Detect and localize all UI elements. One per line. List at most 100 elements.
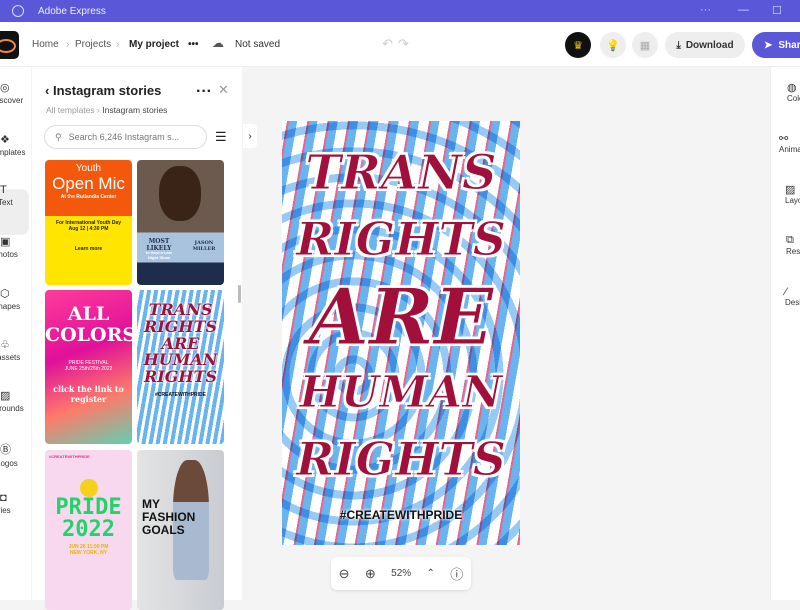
maximize-button[interactable]: ☐ — [772, 4, 782, 17]
thumb-text: Learn more — [74, 246, 103, 252]
zoom-out-button[interactable]: ⊖ — [339, 566, 350, 582]
rail-discover[interactable]: ◎ Discover — [0, 81, 24, 105]
template-thumb[interactable]: ALL COLORS PRIDE FESTIVAL JUNE 25th/26th… — [45, 290, 132, 444]
rail-label: Discover — [0, 96, 24, 105]
thumb-text: MY FASHION GOALS — [142, 497, 196, 538]
magic-wand-icon: ⁄ — [785, 286, 787, 298]
window-title: Adobe Express — [38, 5, 106, 17]
calendar-button[interactable]: ▦ — [632, 32, 658, 58]
zoom-in-button[interactable]: ⊕ — [365, 566, 376, 582]
rail-colors[interactable]: ◍Colors — [787, 81, 800, 103]
more-button[interactable]: ••• — [188, 39, 199, 50]
chevron-up-icon[interactable]: ⌃ — [427, 568, 435, 579]
rail-label: Design assets — [0, 353, 21, 362]
share-button[interactable]: ➤ Share — [752, 32, 800, 58]
rail-backgrounds[interactable]: ▨ Backgrounds — [0, 389, 24, 413]
send-icon: ➤ — [764, 39, 773, 51]
download-button[interactable]: ⤓ Download — [665, 32, 745, 58]
thumb-text: Aug 12 | 4:30 PM — [68, 226, 109, 232]
palette-icon: ◍ — [787, 82, 797, 94]
thumb-text: #CREATEWITHPRIDE — [154, 391, 207, 398]
breadcrumb-projects[interactable]: Projects — [75, 39, 111, 50]
canvas-text-rights[interactable]: RIGHTS — [282, 216, 520, 263]
redo-button[interactable]: ↷ — [398, 36, 409, 52]
sync-icon — [12, 5, 24, 17]
templates-panel: ‹ Instagram stories ··· ✕ All templates … — [32, 67, 242, 610]
rail-label: Resize — [786, 247, 800, 256]
top-bar: Home › Projects › My project ••• ☁ Not s… — [0, 22, 800, 67]
canvas-text-are[interactable]: ARE — [282, 278, 520, 357]
minimize-button[interactable]: — — [738, 4, 749, 16]
panel-breadcrumb: All templates › Instagram stories — [46, 105, 168, 115]
adobe-express-logo[interactable] — [0, 31, 19, 59]
animation-icon: ⚯ — [779, 133, 789, 145]
search-icon: ⚲ — [55, 131, 62, 142]
rail-label: Shapes — [0, 302, 21, 311]
left-rail: ◎ Discover ❖ Templates T Text ▣ Photos ⬡ Shap… — [0, 67, 31, 600]
collapse-panel-button[interactable]: › — [243, 124, 257, 148]
premium-crown-button[interactable]: ♛ — [565, 32, 591, 58]
assets-icon: ♧ — [0, 339, 10, 351]
window-more-button[interactable]: ··· — [700, 4, 711, 16]
template-thumb[interactable]: MOST LIKELY to Host a Late Night Show JA… — [137, 160, 224, 285]
right-rail: ◍Colors ⚯Animation ▨Layout ⧉Resize ⁄Desi… — [770, 67, 800, 600]
rail-design-assets[interactable]: ♧ Design assets — [0, 338, 20, 362]
rail-label: Layout — [785, 196, 800, 205]
title-bar: Adobe Express ··· — ☐ — [0, 0, 800, 22]
rail-layout[interactable]: ▨Layout — [785, 183, 800, 205]
rail-resize[interactable]: ⧉Resize — [786, 234, 800, 256]
text-icon: T — [0, 184, 7, 196]
back-button[interactable]: ‹ — [45, 83, 53, 98]
breadcrumb-home[interactable]: Home — [32, 39, 59, 50]
panel-title-text: Instagram stories — [52, 83, 162, 98]
download-label: Download — [685, 39, 734, 51]
thumb-text: JASON MILLER — [192, 240, 216, 252]
rail-label: Design — [785, 298, 800, 307]
thumb-text: TRANS RIGHTS ARE HUMAN RIGHTS — [143, 300, 218, 387]
info-button[interactable]: ⓘ — [450, 564, 463, 583]
template-thumb[interactable]: MY FASHION GOALS — [137, 450, 224, 610]
rail-animation[interactable]: ⚯Animation — [779, 132, 800, 154]
shapes-icon: ⬡ — [0, 288, 10, 300]
template-thumb[interactable]: #CREATEWITHPRIDE PRIDE 2022 JUN 26 11:00… — [45, 450, 132, 610]
zoom-level[interactable]: 52% — [391, 568, 411, 579]
rail-logos[interactable]: Ⓑ Logos — [0, 441, 20, 468]
undo-button[interactable]: ↶ — [382, 36, 393, 52]
rail-libraries[interactable]: ◘ Libraries — [0, 492, 20, 515]
panel-scrollbar[interactable] — [238, 285, 241, 303]
panel-more-button[interactable]: ··· — [196, 83, 212, 101]
rail-label: Colors — [787, 94, 800, 103]
rail-templates[interactable]: ❖ Templates — [0, 133, 26, 157]
thumb-text: #CREATEWITHPRIDE — [49, 454, 90, 459]
share-label: Share — [778, 39, 800, 51]
thumb-text: ALL COLORS — [45, 303, 132, 346]
chevron-right-icon: › — [116, 39, 120, 50]
template-thumb[interactable]: Youth Open Mic At the Rutlandia Center F… — [45, 160, 132, 285]
design-canvas[interactable]: TRANS RIGHTS ARE HUMAN RIGHTS #CREATEWIT… — [282, 121, 520, 545]
template-thumb[interactable]: TRANS RIGHTS ARE HUMAN RIGHTS #CREATEWIT… — [137, 290, 224, 444]
thumb-text: Open Mic — [52, 174, 125, 193]
compass-icon: ◎ — [0, 82, 10, 94]
canvas-text-human[interactable]: HUMAN — [282, 370, 520, 415]
search-input[interactable]: ⚲ Search 6,246 Instagram s... — [44, 125, 207, 149]
close-button[interactable]: ✕ — [218, 82, 229, 98]
zoom-toolbar: ⊖ ⊕ 52% ⌃ ⓘ — [331, 557, 471, 590]
thumb-text: to Host a Late Night Show — [145, 250, 173, 260]
rail-label: Templates — [0, 148, 26, 157]
canvas-hashtag[interactable]: #CREATEWITHPRIDE — [282, 508, 520, 522]
rail-shapes[interactable]: ⬡ Shapes — [0, 287, 20, 311]
logo-icon: Ⓑ — [0, 444, 11, 456]
rail-text[interactable]: T Text — [0, 184, 20, 207]
rail-photos[interactable]: ▣ Photos — [0, 235, 20, 259]
resize-icon: ⧉ — [786, 234, 794, 246]
filter-icon[interactable]: ☰ — [215, 129, 227, 145]
rail-design[interactable]: ⁄Design — [785, 286, 800, 307]
canvas-text-trans[interactable]: TRANS — [282, 149, 520, 198]
rail-label: Libraries — [0, 506, 11, 515]
canvas-text-rights-2[interactable]: RIGHTS — [282, 436, 520, 483]
lightbulb-button[interactable]: 💡 — [600, 32, 626, 58]
breadcrumb-instagram: Instagram stories — [102, 105, 168, 115]
rail-label: Text — [0, 198, 13, 207]
rail-label: Photos — [0, 250, 18, 259]
breadcrumb-all-templates[interactable]: All templates — [46, 105, 95, 115]
